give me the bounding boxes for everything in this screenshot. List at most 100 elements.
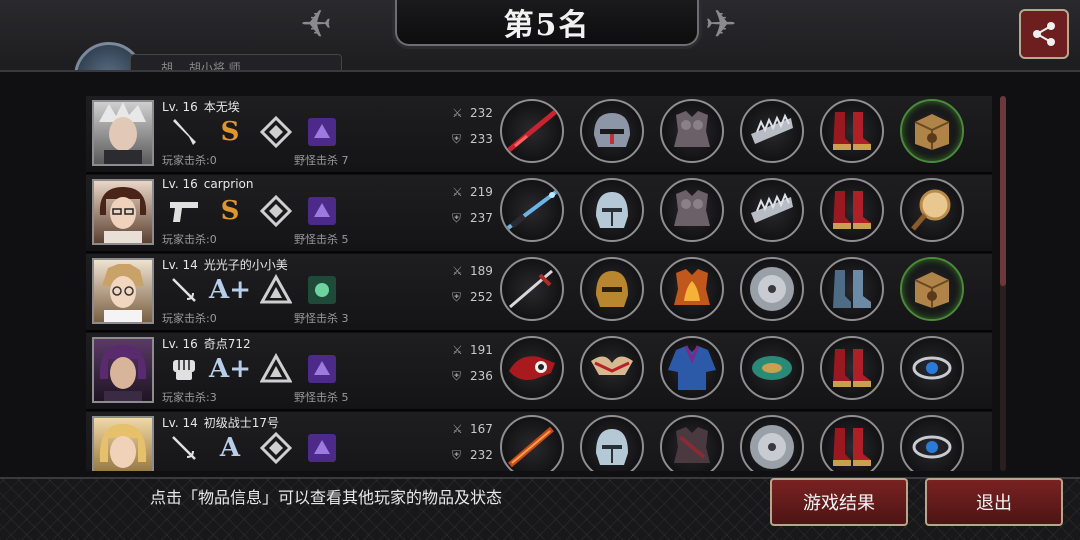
red-boots-icon[interactable] bbox=[820, 415, 884, 471]
share-icon bbox=[1033, 22, 1055, 46]
equipment-slots bbox=[500, 178, 964, 242]
red-gauntlet-icon[interactable] bbox=[500, 336, 564, 400]
crossed-swords-icon: ⚔ bbox=[452, 264, 463, 278]
shield-icon: ⛨ bbox=[452, 290, 462, 304]
monster-kills: 野怪击杀 3 bbox=[294, 312, 349, 325]
defense-stat: ⛨ 232 bbox=[452, 448, 493, 462]
treasure-box-icon[interactable] bbox=[900, 99, 964, 163]
attack-stat: ⚔ 189 bbox=[452, 264, 493, 278]
equipment-slots bbox=[500, 257, 964, 321]
steel-boots-icon[interactable] bbox=[820, 257, 884, 321]
equipment-slots bbox=[500, 99, 964, 163]
player-row[interactable]: Lv. 14 初级战士17号 A ⚔ 167 ⛨ 232 bbox=[86, 412, 992, 471]
diamond-emblem-icon bbox=[258, 114, 294, 150]
shield-icon: ⛨ bbox=[452, 211, 462, 225]
jade-bracelet-icon[interactable] bbox=[740, 336, 804, 400]
gold-helmet-icon[interactable] bbox=[580, 257, 644, 321]
equipment-slots bbox=[500, 336, 964, 400]
shield-icon: ⛨ bbox=[452, 132, 462, 146]
diamond-emblem-icon bbox=[258, 430, 294, 466]
game-result-button[interactable]: 游戏结果 bbox=[770, 478, 908, 526]
plate-armor-icon[interactable] bbox=[660, 178, 724, 242]
crossed-swords-icon: ⚔ bbox=[452, 343, 463, 357]
defense-stat: ⛨ 233 bbox=[452, 132, 493, 146]
silver-helmet-icon[interactable] bbox=[580, 178, 644, 242]
attack-stat: ⚔ 167 bbox=[452, 422, 493, 436]
rank-grade-badge: A bbox=[219, 433, 241, 463]
crossed-swords-icon: ⚔ bbox=[452, 185, 463, 199]
crossed-swords-icon: ⚔ bbox=[452, 106, 463, 120]
rank-grade-badge: S bbox=[220, 196, 240, 226]
triangle-emblem-icon bbox=[258, 272, 294, 308]
wing-ornament-right-icon: ✈ bbox=[705, 2, 737, 46]
red-lance-icon[interactable] bbox=[500, 99, 564, 163]
shield-icon: ⛨ bbox=[452, 369, 462, 383]
equipment-slots bbox=[500, 415, 964, 471]
exit-button[interactable]: 退出 bbox=[925, 478, 1063, 526]
rank-title-banner: 第5名 bbox=[395, 0, 699, 46]
footer-hint: 点击「物品信息」可以查看其他玩家的物品及状态 bbox=[150, 488, 503, 507]
silver-helmet-icon[interactable] bbox=[580, 415, 644, 471]
defense-stat: ⛨ 252 bbox=[452, 290, 493, 304]
red-boots-icon[interactable] bbox=[820, 336, 884, 400]
green-skill-icon bbox=[304, 272, 340, 308]
player-portrait[interactable] bbox=[92, 179, 154, 245]
player-portrait[interactable] bbox=[92, 337, 154, 403]
flame-sword-icon[interactable] bbox=[500, 415, 564, 471]
pistol-icon bbox=[166, 193, 202, 229]
wing-ornament-left-icon: ✈ bbox=[300, 2, 332, 46]
rapier-icon bbox=[166, 272, 202, 308]
fist-icon bbox=[166, 351, 202, 387]
rank-grade-badge: A+ bbox=[209, 275, 251, 305]
player-portrait[interactable] bbox=[92, 416, 154, 471]
player-portrait[interactable] bbox=[92, 100, 154, 166]
crossed-swords-icon: ⚔ bbox=[452, 422, 463, 436]
monster-kills: 野怪击杀 5 bbox=[294, 233, 349, 246]
attack-stat: ⚔ 191 bbox=[452, 343, 493, 357]
treasure-box-icon[interactable] bbox=[900, 257, 964, 321]
player-name: 光光子的小小美 bbox=[203, 258, 288, 272]
purple-skill-icon bbox=[304, 430, 340, 466]
long-sword-icon[interactable] bbox=[500, 257, 564, 321]
disc-icon[interactable] bbox=[740, 257, 804, 321]
blue-robe-icon[interactable] bbox=[660, 336, 724, 400]
red-boots-icon[interactable] bbox=[820, 178, 884, 242]
player-level: Lv. 16 bbox=[162, 177, 198, 191]
sapphire-ring-icon[interactable] bbox=[900, 336, 964, 400]
purple-skill-icon bbox=[304, 114, 340, 150]
dark-armor-icon[interactable] bbox=[660, 415, 724, 471]
flame-armor-icon[interactable] bbox=[660, 257, 724, 321]
share-button[interactable] bbox=[1019, 9, 1069, 59]
monster-kills: 野怪击杀 7 bbox=[294, 154, 349, 167]
sapphire-ring-icon[interactable] bbox=[900, 415, 964, 471]
player-portrait[interactable] bbox=[92, 258, 154, 324]
player-row[interactable]: Lv. 16 本无埃 S 玩家击杀:0 野怪击杀 7 ⚔ 232 ⛨ 233 bbox=[86, 96, 992, 174]
disc-icon[interactable] bbox=[740, 415, 804, 471]
plate-armor-icon[interactable] bbox=[660, 99, 724, 163]
defense-stat: ⛨ 237 bbox=[452, 211, 493, 225]
knife-icon bbox=[166, 114, 202, 150]
spiked-bracer-icon[interactable] bbox=[740, 99, 804, 163]
purple-skill-icon bbox=[304, 351, 340, 387]
player-row[interactable]: Lv. 14 光光子的小小美 A+ 玩家击杀:0 野怪击杀 3 ⚔ 189 ⛨ 252 bbox=[86, 254, 992, 332]
horned-mask-icon[interactable] bbox=[580, 336, 644, 400]
magnifier-icon[interactable] bbox=[900, 178, 964, 242]
player-kills: 玩家击杀:3 bbox=[162, 391, 217, 404]
blue-rifle-icon[interactable] bbox=[500, 178, 564, 242]
attack-stat: ⚔ 232 bbox=[452, 106, 493, 120]
player-level: Lv. 16 bbox=[162, 337, 198, 351]
list-scrollbar[interactable] bbox=[1000, 96, 1006, 471]
scrollbar-thumb[interactable] bbox=[1000, 96, 1006, 286]
red-boots-icon[interactable] bbox=[820, 99, 884, 163]
diamond-emblem-icon bbox=[258, 193, 294, 229]
player-row[interactable]: Lv. 16 奇点712 A+ 玩家击杀:3 野怪击杀 5 ⚔ 191 ⛨ 236 bbox=[86, 333, 992, 411]
player-name: 初级战士17号 bbox=[203, 416, 280, 430]
player-kills: 玩家击杀:0 bbox=[162, 233, 217, 246]
spiked-bracer-icon[interactable] bbox=[740, 178, 804, 242]
rank-title: 第5名 bbox=[503, 8, 591, 43]
player-name: carprion bbox=[203, 177, 254, 191]
steel-helmet-icon[interactable] bbox=[580, 99, 644, 163]
player-row[interactable]: Lv. 16 carprion S 玩家击杀:0 野怪击杀 5 ⚔ 219 ⛨ 237 bbox=[86, 175, 992, 253]
player-kills: 玩家击杀:0 bbox=[162, 154, 217, 167]
player-name: 本无埃 bbox=[203, 100, 240, 114]
